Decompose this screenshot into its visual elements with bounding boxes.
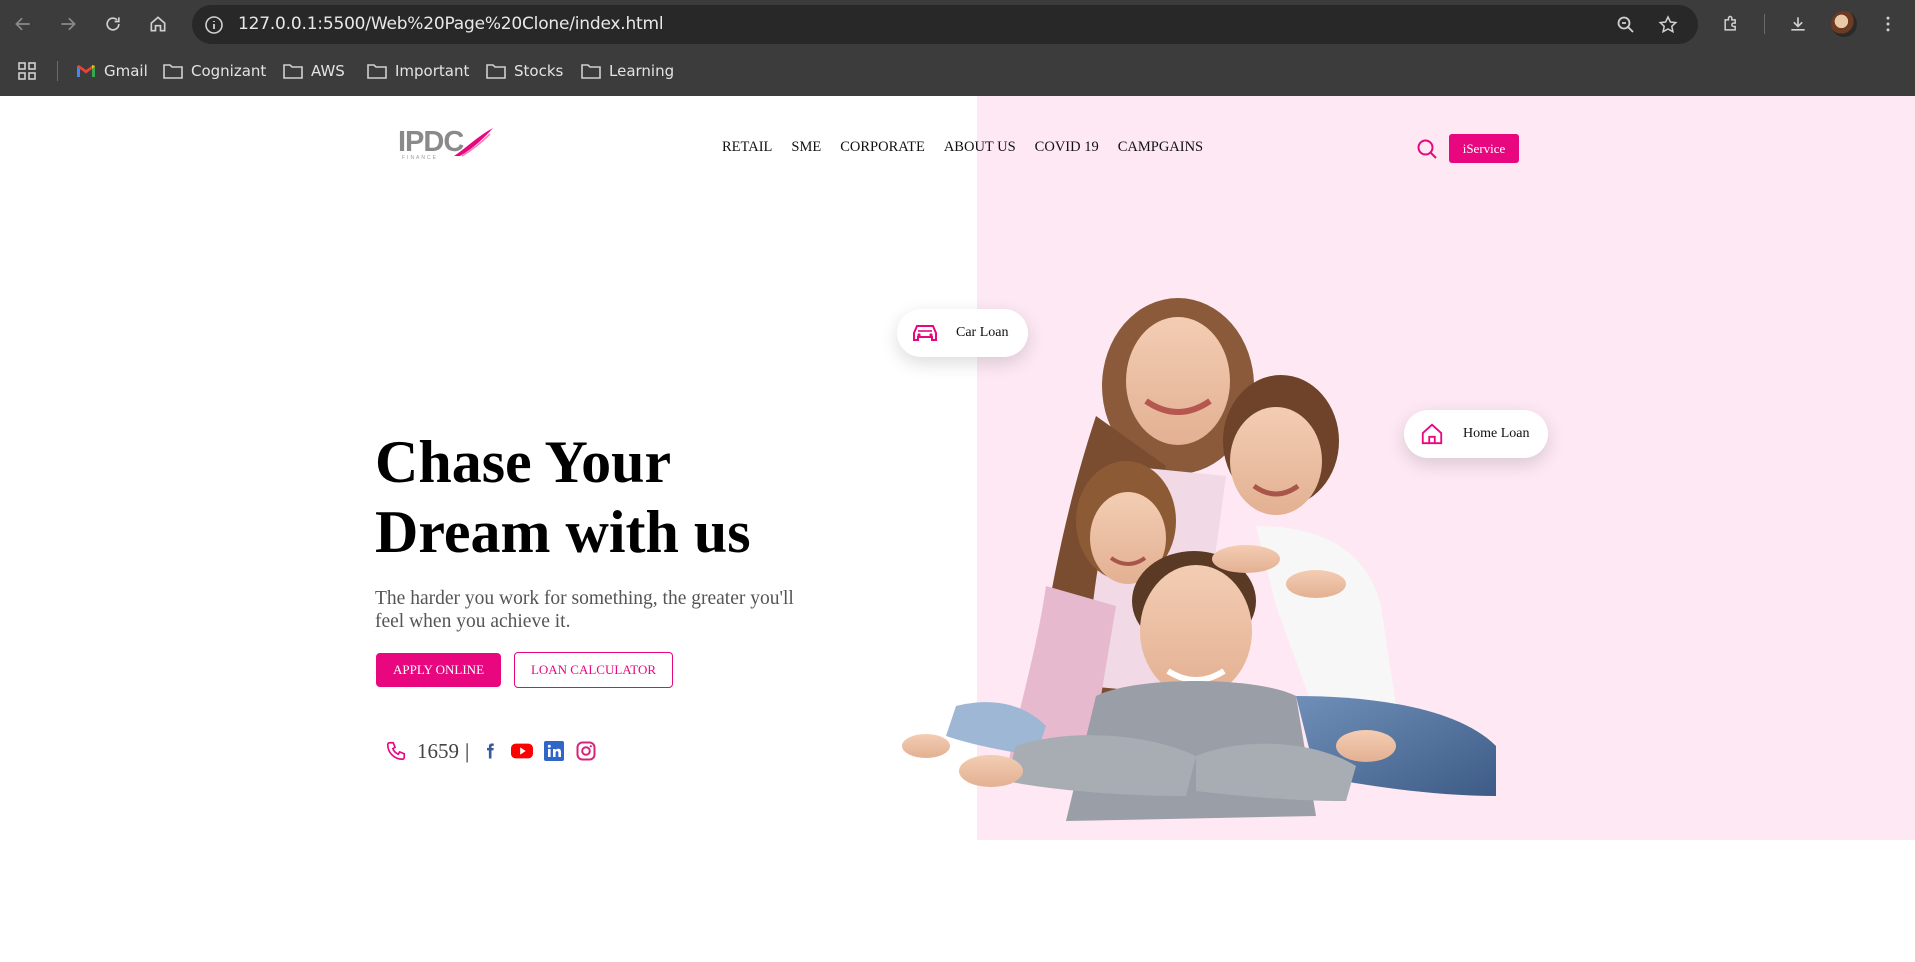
nav-covid-19[interactable]: COVID 19 xyxy=(1035,139,1099,156)
bookmark-label: Learning xyxy=(609,62,675,80)
hotline-number[interactable]: 1659 xyxy=(417,739,459,764)
home-icon xyxy=(150,16,166,32)
bookmark-label: Cognizant xyxy=(191,62,267,80)
home-button[interactable] xyxy=(146,12,170,36)
nav-about-us[interactable]: ABOUT US xyxy=(944,139,1016,156)
nav-campaigns[interactable]: CAMPGAINS xyxy=(1118,139,1203,156)
bookmark-label: Stocks xyxy=(514,62,564,80)
hero-title: Chase Your Dream with us xyxy=(375,427,895,567)
ipdc-logo[interactable]: IPDC FINANCE xyxy=(398,126,494,162)
contact-row: 1659 | xyxy=(385,737,597,765)
profile-avatar[interactable] xyxy=(1831,11,1857,37)
folder-icon xyxy=(581,64,601,79)
nav-sme[interactable]: SME xyxy=(791,139,821,156)
home-loan-chip[interactable]: Home Loan xyxy=(1404,410,1548,458)
iservice-button[interactable]: iService xyxy=(1449,134,1519,163)
linkedin-icon xyxy=(544,741,565,761)
car-loan-label: Car Loan xyxy=(956,325,1009,340)
folder-icon xyxy=(163,64,183,79)
logo-subtext: FINANCE xyxy=(402,155,438,161)
home-loan-label: Home Loan xyxy=(1463,426,1530,441)
hero-subtitle: The harder you work for something, the g… xyxy=(375,588,794,632)
bookmark-star-icon[interactable] xyxy=(1658,15,1678,35)
extensions-button[interactable] xyxy=(1719,12,1743,36)
reload-icon xyxy=(106,17,120,31)
gmail-icon xyxy=(77,65,95,77)
back-button[interactable] xyxy=(11,12,35,36)
bookmark-label: Important xyxy=(395,62,470,80)
youtube-icon xyxy=(511,743,534,759)
downloads-button[interactable] xyxy=(1786,12,1810,36)
puzzle-icon xyxy=(1724,15,1736,31)
web-page: IPDC FINANCE RETAIL SME CORPORATE ABOUT … xyxy=(0,96,1915,962)
bookmarks-divider xyxy=(57,61,58,81)
back-arrow-icon xyxy=(15,17,30,31)
bookmark-important[interactable]: Important xyxy=(367,58,469,84)
facebook-icon xyxy=(487,743,494,759)
folder-icon xyxy=(283,64,303,79)
main-navigation: RETAIL SME CORPORATE ABOUT US COVID 19 C… xyxy=(722,139,1222,156)
logo-swoosh-icon xyxy=(454,128,493,157)
car-icon xyxy=(913,325,937,341)
reload-button[interactable] xyxy=(101,12,125,36)
bookmark-stocks[interactable]: Stocks xyxy=(486,58,563,84)
bookmark-label: Gmail xyxy=(104,62,148,80)
folder-icon xyxy=(486,64,506,79)
car-loan-chip[interactable]: Car Loan xyxy=(897,309,1028,357)
youtube-link[interactable] xyxy=(511,740,534,762)
nav-retail[interactable]: RETAIL xyxy=(722,139,772,156)
folder-icon xyxy=(367,64,387,79)
loan-calculator-button[interactable]: LOAN CALCULATOR xyxy=(514,652,673,688)
url-text[interactable]: 127.0.0.1:5500/Web%20Page%20Clone/index.… xyxy=(238,14,664,34)
download-icon xyxy=(1791,17,1805,31)
more-vertical-icon xyxy=(1886,16,1890,32)
bookmark-cognizant[interactable]: Cognizant xyxy=(163,58,266,84)
hero-title-line1: Chase Your xyxy=(375,429,672,495)
site-info-icon[interactable] xyxy=(204,15,224,35)
search-icon[interactable] xyxy=(1416,138,1438,160)
browser-menu-button[interactable] xyxy=(1876,12,1900,36)
address-bar[interactable]: 127.0.0.1:5500/Web%20Page%20Clone/index.… xyxy=(192,5,1698,44)
bookmark-label: AWS xyxy=(311,62,345,80)
bookmark-learning[interactable]: Learning xyxy=(581,58,674,84)
bookmark-gmail[interactable]: Gmail xyxy=(76,58,148,84)
forward-button[interactable] xyxy=(56,12,80,36)
hero-title-line2: Dream with us xyxy=(375,499,751,565)
forward-arrow-icon xyxy=(61,17,76,31)
phone-icon[interactable] xyxy=(385,740,407,762)
instagram-link[interactable] xyxy=(575,740,597,762)
linkedin-link[interactable] xyxy=(543,740,565,762)
facebook-link[interactable] xyxy=(479,740,501,762)
toolbar-divider xyxy=(1764,14,1765,34)
family-photo xyxy=(902,298,1496,821)
contact-separator: | xyxy=(465,738,470,763)
apps-grid-icon[interactable] xyxy=(17,61,37,81)
apply-online-button[interactable]: APPLY ONLINE xyxy=(376,653,501,687)
browser-toolbar: 127.0.0.1:5500/Web%20Page%20Clone/index.… xyxy=(0,0,1915,49)
house-icon xyxy=(1421,423,1443,445)
nav-corporate[interactable]: CORPORATE xyxy=(840,139,925,156)
zoom-icon[interactable] xyxy=(1616,15,1636,35)
bookmark-aws[interactable]: AWS xyxy=(283,58,345,84)
instagram-icon xyxy=(576,741,596,761)
